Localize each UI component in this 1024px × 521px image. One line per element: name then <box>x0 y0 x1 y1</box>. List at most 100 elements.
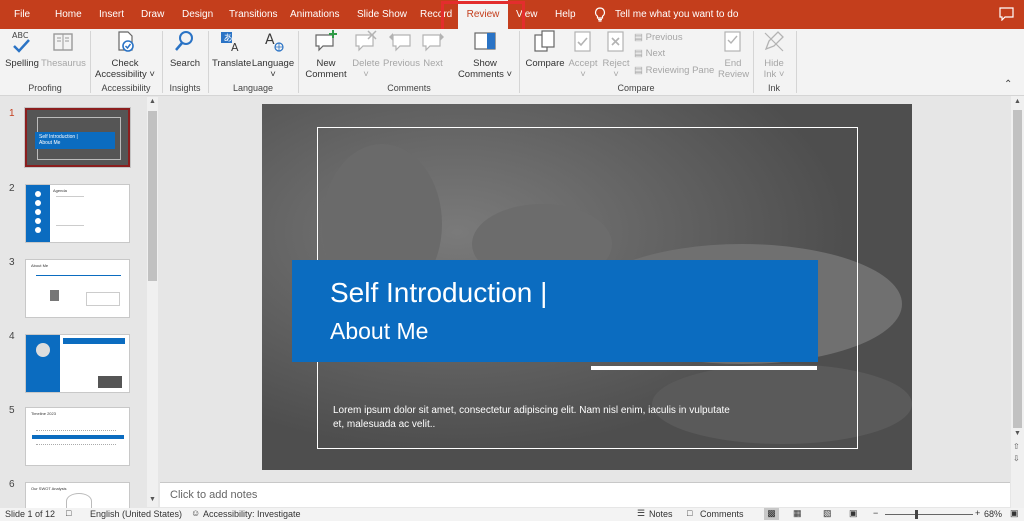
group-divider <box>298 31 299 93</box>
previous-slide-icon[interactable]: ⇧ <box>1013 442 1020 451</box>
scroll-down-icon[interactable]: ▼ <box>1014 430 1021 437</box>
check-accessibility-button[interactable]: Check Accessibility ˅ <box>93 29 157 80</box>
notes-placeholder[interactable]: Click to add notes <box>170 489 257 501</box>
end-review-button[interactable]: End Review <box>718 29 749 80</box>
group-label-insights: Insights <box>169 83 201 93</box>
accessibility-status[interactable]: Accessibility: Investigate <box>203 509 301 519</box>
scroll-thumb[interactable] <box>1013 110 1022 428</box>
lightbulb-icon <box>594 7 606 25</box>
svg-text:ABC: ABC <box>12 31 29 40</box>
hide-ink-button[interactable]: Hide Ink ˅ <box>758 29 790 80</box>
group-label-ink: Ink <box>767 83 780 93</box>
thumbnail-title: Timeline 2023 <box>31 411 56 416</box>
tab-file[interactable]: File <box>14 0 30 29</box>
group-label-language: Language <box>232 83 274 93</box>
compare-next-button[interactable]: ▤ Next <box>634 48 665 59</box>
tab-design[interactable]: Design <box>182 0 213 29</box>
group-label-compare: Compare <box>617 83 655 93</box>
slideshow-view-icon[interactable]: ▣ <box>849 508 858 519</box>
fit-to-window-icon[interactable]: ▣ <box>1010 508 1019 519</box>
reading-view-icon[interactable]: ▧ <box>823 508 832 519</box>
thumbnail-number: 1 <box>9 108 15 119</box>
previous-comment-button[interactable]: Previous <box>383 29 420 69</box>
accept-button[interactable]: Accept ˅ <box>566 29 600 80</box>
group-label-comments: Comments <box>387 83 431 93</box>
translate-button[interactable]: あA Translate <box>212 29 251 69</box>
next-comment-button[interactable]: Next <box>418 29 448 69</box>
thesaurus-button[interactable]: Thesaurus <box>41 29 86 69</box>
tell-me-search[interactable]: Tell me what you want to do <box>615 0 738 29</box>
comments-status-icon: □ <box>687 508 693 518</box>
slide-scrollbar[interactable]: ▲ ▼ ⇧ ⇩ <box>1011 96 1024 508</box>
comment-icon[interactable] <box>999 7 1014 24</box>
tab-slide-show[interactable]: Slide Show <box>357 0 407 29</box>
search-icon <box>167 29 203 58</box>
compare-button[interactable]: Compare <box>525 29 565 69</box>
thumbnail-title: Self Introduction | About Me <box>39 134 78 146</box>
tab-help[interactable]: Help <box>555 0 576 29</box>
spell-check-status-icon[interactable]: □ <box>66 508 71 518</box>
tab-home[interactable]: Home <box>55 0 82 29</box>
next-slide-icon[interactable]: ⇩ <box>1013 454 1020 463</box>
reviewing-pane-button[interactable]: ▤ Reviewing Pane <box>634 65 714 76</box>
reject-icon <box>601 29 631 58</box>
accent-line <box>591 366 817 370</box>
thumbnail-number: 5 <box>9 405 15 416</box>
previous-change-icon: ▤ <box>634 32 643 43</box>
compare-previous-button[interactable]: ▤ Previous <box>634 32 683 43</box>
notes-pane[interactable]: Click to add notes <box>160 482 1010 507</box>
search-button[interactable]: Search <box>167 29 203 69</box>
slide-thumbnail-5[interactable]: Timeline 2023 <box>25 407 130 466</box>
slide-title[interactable]: Self Introduction | <box>330 276 547 310</box>
thumbnail-number: 3 <box>9 257 15 268</box>
slide-thumbnail-3[interactable]: About Me <box>25 259 130 318</box>
comments-toggle[interactable]: Comments <box>700 509 744 519</box>
slide-thumbnail-2[interactable]: Agenda <box>25 184 130 243</box>
pen-icon <box>758 29 790 58</box>
previous-comment-icon <box>383 29 417 58</box>
slide-thumbnail-4[interactable] <box>25 334 130 393</box>
collapse-ribbon-icon[interactable]: ⌃ <box>1004 79 1012 90</box>
language-status[interactable]: English (United States) <box>90 509 182 519</box>
thumbnail-number: 2 <box>9 183 15 194</box>
notes-toggle[interactable]: Notes <box>649 509 673 519</box>
spelling-button[interactable]: ABC Spelling <box>5 29 39 69</box>
show-comments-button[interactable]: Show Comments ˅ <box>456 29 514 80</box>
slide-thumbnail-6[interactable]: Our SWOT Analysis <box>25 482 130 508</box>
zoom-in-icon[interactable]: + <box>975 508 980 518</box>
thumbnail-title: Our SWOT Analysis <box>31 486 67 491</box>
tab-animations[interactable]: Animations <box>290 0 339 29</box>
current-slide[interactable]: Self Introduction | About Me Lorem ipsum… <box>262 104 912 470</box>
reject-button[interactable]: Reject ˅ <box>601 29 631 80</box>
delete-comment-icon <box>349 29 383 58</box>
tab-draw[interactable]: Draw <box>141 0 164 29</box>
slide-body-text[interactable]: Lorem ipsum dolor sit amet, consectetur … <box>333 404 743 432</box>
zoom-slider-knob[interactable] <box>915 510 918 519</box>
tab-transitions[interactable]: Transitions <box>229 0 278 29</box>
zoom-slider[interactable] <box>885 510 973 519</box>
group-label-proofing: Proofing <box>28 83 62 93</box>
thumbnail-title: Agenda <box>53 188 67 193</box>
scroll-up-icon[interactable]: ▲ <box>1014 98 1021 105</box>
scroll-thumb[interactable] <box>148 111 157 281</box>
tab-insert[interactable]: Insert <box>99 0 124 29</box>
language-button[interactable]: A Language ˅ <box>251 29 295 80</box>
delete-comment-button[interactable]: Delete ˅ <box>349 29 383 80</box>
slide-sorter-icon[interactable]: ▦ <box>793 508 802 519</box>
zoom-level[interactable]: 68% <box>984 509 1002 519</box>
status-bar: Slide 1 of 12 □ English (United States) … <box>0 508 1024 521</box>
group-divider <box>796 31 797 93</box>
scroll-down-icon[interactable]: ▼ <box>149 496 156 503</box>
next-comment-icon <box>418 29 448 58</box>
new-comment-button[interactable]: New Comment <box>303 29 349 80</box>
accessibility-check-icon <box>93 29 157 58</box>
thumbnail-scrollbar[interactable]: ▲ ▼ <box>147 97 158 507</box>
show-comments-icon <box>456 29 514 58</box>
slide-subtitle[interactable]: About Me <box>330 317 428 345</box>
book-icon <box>41 29 85 58</box>
normal-view-icon[interactable]: ▩ <box>764 508 779 520</box>
zoom-out-icon[interactable]: − <box>873 508 878 518</box>
svg-text:A: A <box>265 32 275 48</box>
scroll-up-icon[interactable]: ▲ <box>149 98 156 105</box>
slide-thumbnail-1[interactable]: Self Introduction | About Me <box>24 107 131 168</box>
